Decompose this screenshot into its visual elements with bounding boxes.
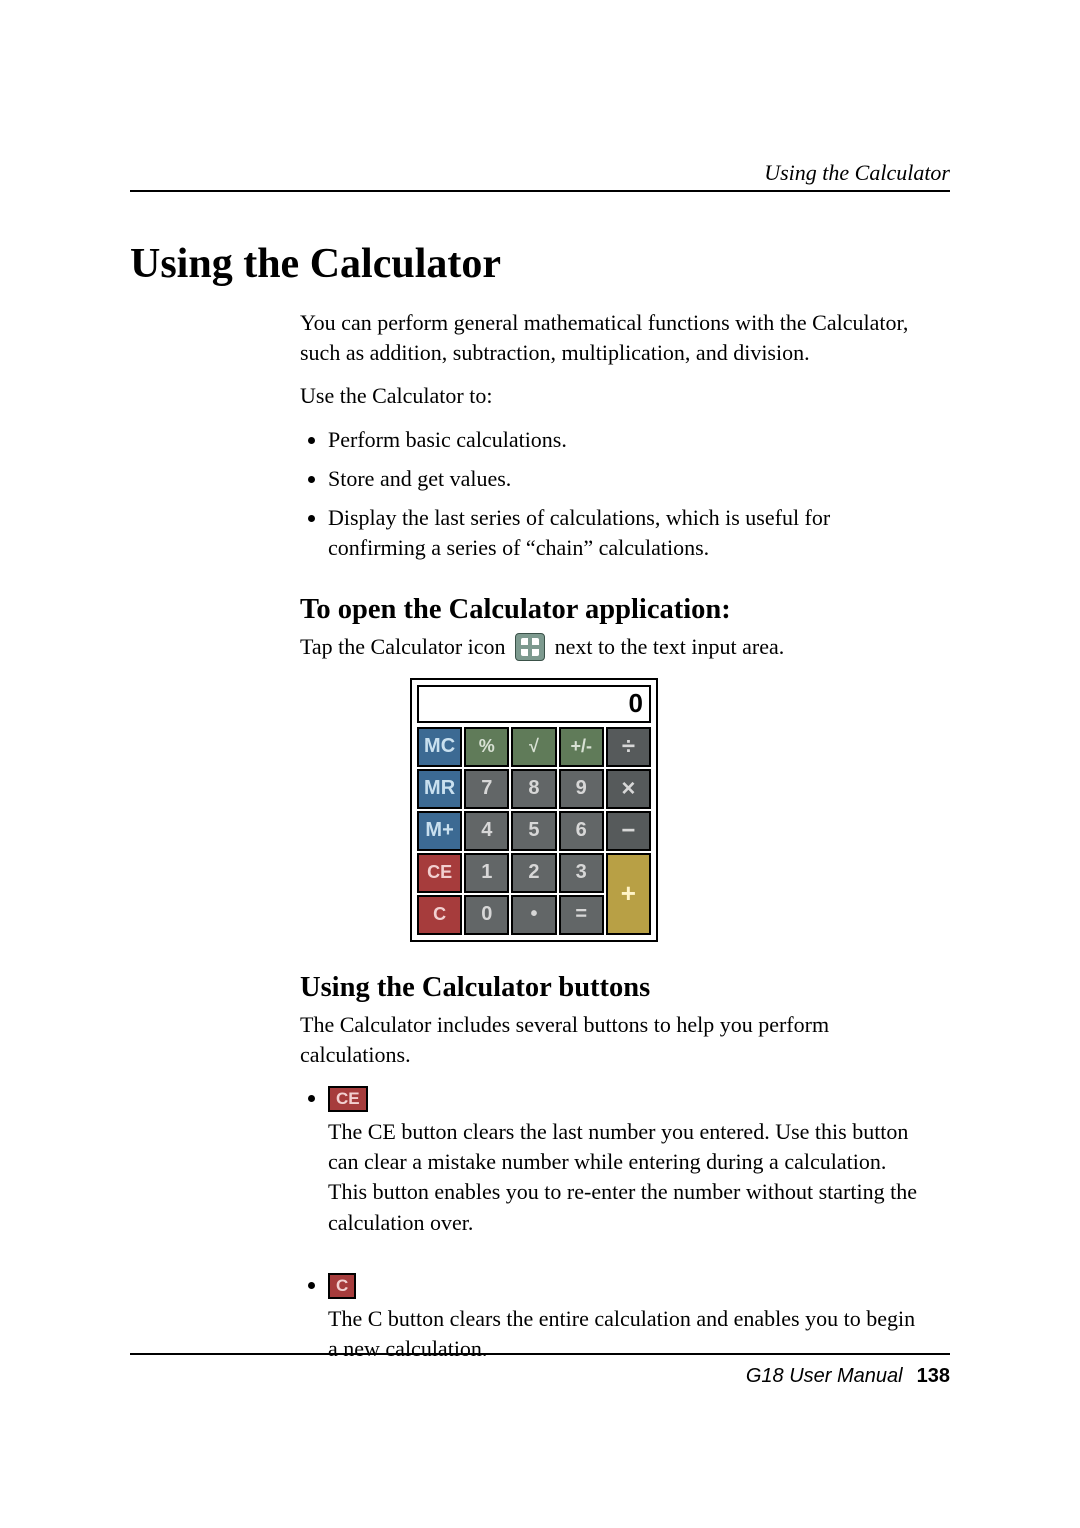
page-footer: G18 User Manual 138 <box>130 1353 950 1388</box>
key-dot[interactable]: • <box>511 895 556 935</box>
key-5[interactable]: 5 <box>511 811 556 851</box>
calculator-figure: 0 MC % √ +/- ÷ MR 7 8 9 × M+ 4 <box>410 678 658 942</box>
key-equals[interactable]: = <box>559 895 604 935</box>
use-item: Store and get values. <box>328 464 930 495</box>
c-chip-icon: C <box>328 1273 356 1299</box>
key-ce[interactable]: CE <box>417 853 462 893</box>
buttons-heading: Using the Calculator buttons <box>300 972 930 1004</box>
key-7[interactable]: 7 <box>464 769 509 809</box>
key-4[interactable]: 4 <box>464 811 509 851</box>
key-c[interactable]: C <box>417 895 462 935</box>
key-6[interactable]: 6 <box>559 811 604 851</box>
open-instruction: Tap the Calculator icon next to the text… <box>300 632 930 662</box>
key-sqrt[interactable]: √ <box>511 727 556 767</box>
open-text-before: Tap the Calculator icon <box>300 634 506 659</box>
ce-chip-icon: CE <box>328 1086 368 1112</box>
button-descriptions: CE The CE button clears the last number … <box>300 1083 930 1364</box>
ce-description: The CE button clears the last number you… <box>328 1119 917 1235</box>
key-divide[interactable]: ÷ <box>606 727 651 767</box>
key-percent[interactable]: % <box>464 727 509 767</box>
key-1[interactable]: 1 <box>464 853 509 893</box>
key-plusminus[interactable]: +/- <box>559 727 604 767</box>
use-item: Display the last series of calculations,… <box>328 503 930 565</box>
page-title: Using the Calculator <box>130 240 950 288</box>
key-mplus[interactable]: M+ <box>417 811 462 851</box>
key-0[interactable]: 0 <box>464 895 509 935</box>
page-number: 138 <box>917 1365 950 1388</box>
use-item: Perform basic calculations. <box>328 425 930 456</box>
key-plus[interactable]: + <box>606 853 651 935</box>
header-rule <box>130 190 950 192</box>
buttons-intro: The Calculator includes several buttons … <box>300 1010 930 1069</box>
footer-rule <box>130 1353 950 1355</box>
calculator-app-icon <box>515 633 545 661</box>
button-desc-item: CE The CE button clears the last number … <box>328 1083 930 1238</box>
running-header: Using the Calculator <box>764 160 950 186</box>
use-list: Perform basic calculations. Store and ge… <box>300 425 930 564</box>
key-multiply[interactable]: × <box>606 769 651 809</box>
open-heading: To open the Calculator application: <box>300 594 930 626</box>
open-text-after: next to the text input area. <box>555 634 785 659</box>
key-mc[interactable]: MC <box>417 727 462 767</box>
button-desc-item: C The C button clears the entire calcula… <box>328 1270 930 1364</box>
key-2[interactable]: 2 <box>511 853 556 893</box>
calculator-keypad: MC % √ +/- ÷ MR 7 8 9 × M+ 4 5 6 <box>413 725 655 939</box>
calculator-display: 0 <box>417 685 651 723</box>
key-8[interactable]: 8 <box>511 769 556 809</box>
key-minus[interactable]: − <box>606 811 651 851</box>
intro-paragraph: You can perform general mathematical fun… <box>300 308 930 367</box>
key-9[interactable]: 9 <box>559 769 604 809</box>
key-mr[interactable]: MR <box>417 769 462 809</box>
footer-manual-title: G18 User Manual <box>746 1365 903 1388</box>
use-lead: Use the Calculator to: <box>300 381 930 411</box>
key-3[interactable]: 3 <box>559 853 604 893</box>
